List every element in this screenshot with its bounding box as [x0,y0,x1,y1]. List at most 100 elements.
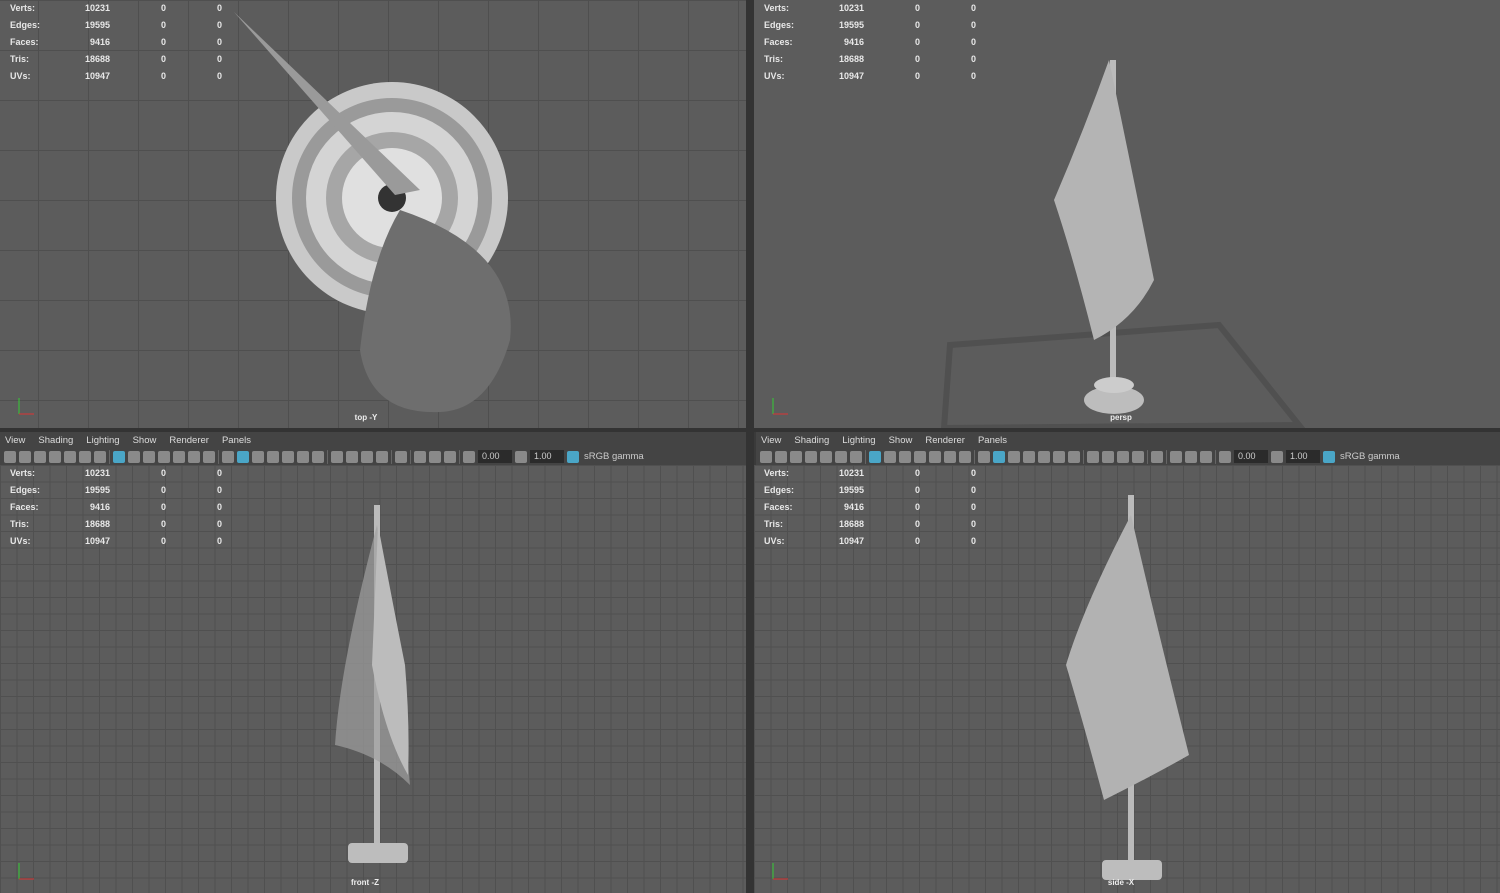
menu-shading[interactable]: Shading [794,435,829,446]
toolbar-separator [974,449,975,464]
toolbar-separator [459,449,460,464]
exposure-field[interactable]: 0.00 [478,450,512,463]
motion-blur-icon[interactable] [1102,450,1114,463]
viewport-persp[interactable]: Verts: 10231 0 0 Edges: 19595 0 0 Faces: 9416 0 0 Tr… [754,0,1500,428]
xray-joints-icon[interactable] [1185,450,1197,463]
menu-panels[interactable]: Panels [978,435,1007,446]
bookmark-icon[interactable] [805,450,817,463]
color-management-icon[interactable] [567,450,579,463]
screen-space-ao-icon[interactable] [1087,450,1099,463]
shadows-icon[interactable] [312,450,324,463]
camera-label: top -Y [354,413,378,422]
camera-attributes-icon[interactable] [775,450,787,463]
viewport-front[interactable]: Verts: 10231 0 0 Edges: 19595 0 0 Faces: 9416 0 0 Tr… [0,465,746,893]
toolbar-separator [1215,449,1216,464]
wireframe-icon[interactable] [978,450,990,463]
menu-lighting[interactable]: Lighting [842,435,875,446]
menu-view[interactable]: View [761,435,781,446]
exposure-field[interactable]: 0.00 [1234,450,1268,463]
image-plane-icon[interactable] [820,450,832,463]
wireframe-on-shaded-icon[interactable] [267,450,279,463]
wireframe-icon[interactable] [222,450,234,463]
xray-joints-icon[interactable] [429,450,441,463]
default-material-icon[interactable] [1008,450,1020,463]
bookmark-icon[interactable] [49,450,61,463]
wireframe-on-shaded-icon[interactable] [1023,450,1035,463]
grease-pencil-icon[interactable] [94,450,106,463]
gamma-field[interactable]: 1.00 [1286,450,1320,463]
xray-icon[interactable] [1170,450,1182,463]
multisample-aa-icon[interactable] [1117,450,1129,463]
color-management-icon[interactable] [1323,450,1335,463]
toolbar-separator [865,449,866,464]
image-plane-icon[interactable] [64,450,76,463]
screen-space-ao-icon[interactable] [331,450,343,463]
depth-of-field-icon[interactable] [376,450,388,463]
grease-pencil-icon[interactable] [850,450,862,463]
smooth-shade-icon[interactable] [237,450,249,463]
grid-icon[interactable] [113,450,125,463]
textured-icon[interactable] [1038,450,1050,463]
viewport-top[interactable]: Verts: 10231 0 0 Edges: 19595 0 0 Faces: 9416 0 0 Tr… [0,0,746,428]
view-transform-label[interactable]: sRGB gamma [1340,451,1400,462]
2d-pan-zoom-icon[interactable] [835,450,847,463]
toolbar-separator [1166,449,1167,464]
camera-label: front -Z [351,878,379,887]
camera-attributes-icon[interactable] [19,450,31,463]
isolate-select-icon[interactable] [1151,450,1163,463]
gate-mask-icon[interactable] [158,450,170,463]
panel-toolbar: 0.00 1.00 sRGB gamma [0,448,746,465]
field-chart-icon[interactable] [929,450,941,463]
xray-active-icon[interactable] [1200,450,1212,463]
gate-mask-icon[interactable] [914,450,926,463]
axis-gizmo [14,394,38,418]
camera-icon[interactable] [760,450,772,463]
toolbar-separator [1083,449,1084,464]
exposure-icon[interactable] [1219,450,1231,463]
use-all-lights-icon[interactable] [1053,450,1065,463]
xray-active-icon[interactable] [444,450,456,463]
field-chart-icon[interactable] [173,450,185,463]
menu-shading[interactable]: Shading [38,435,73,446]
menu-renderer[interactable]: Renderer [925,435,965,446]
bookmark-camera-icon[interactable] [34,450,46,463]
gamma-icon[interactable] [1271,450,1283,463]
viewport-side[interactable]: Verts: 10231 0 0 Edges: 19595 0 0 Faces: 9416 0 0 Tr… [754,465,1500,893]
use-all-lights-icon[interactable] [297,450,309,463]
shadows-icon[interactable] [1068,450,1080,463]
film-gate-icon[interactable] [884,450,896,463]
safe-action-icon[interactable] [188,450,200,463]
resolution-gate-icon[interactable] [143,450,155,463]
menu-renderer[interactable]: Renderer [169,435,209,446]
bookmark-camera-icon[interactable] [790,450,802,463]
exposure-icon[interactable] [463,450,475,463]
multisample-aa-icon[interactable] [361,450,373,463]
textured-icon[interactable] [282,450,294,463]
motion-blur-icon[interactable] [346,450,358,463]
camera-icon[interactable] [4,450,16,463]
menu-view[interactable]: View [5,435,25,446]
resolution-gate-icon[interactable] [899,450,911,463]
menu-show[interactable]: Show [133,435,157,446]
toolbar-separator [410,449,411,464]
safe-title-icon[interactable] [203,450,215,463]
view-transform-label[interactable]: sRGB gamma [584,451,644,462]
gamma-icon[interactable] [515,450,527,463]
grid-icon[interactable] [869,450,881,463]
menu-lighting[interactable]: Lighting [86,435,119,446]
menu-show[interactable]: Show [889,435,913,446]
2d-pan-zoom-icon[interactable] [79,450,91,463]
depth-of-field-icon[interactable] [1132,450,1144,463]
safe-title-icon[interactable] [959,450,971,463]
camera-label: persp [1110,413,1132,422]
safe-action-icon[interactable] [944,450,956,463]
menu-panels[interactable]: Panels [222,435,251,446]
film-gate-icon[interactable] [128,450,140,463]
pane-divider-vertical[interactable] [746,0,754,893]
xray-icon[interactable] [414,450,426,463]
smooth-shade-icon[interactable] [993,450,1005,463]
default-material-icon[interactable] [252,450,264,463]
isolate-select-icon[interactable] [395,450,407,463]
flag-model-persp-view [940,60,1306,428]
gamma-field[interactable]: 1.00 [530,450,564,463]
